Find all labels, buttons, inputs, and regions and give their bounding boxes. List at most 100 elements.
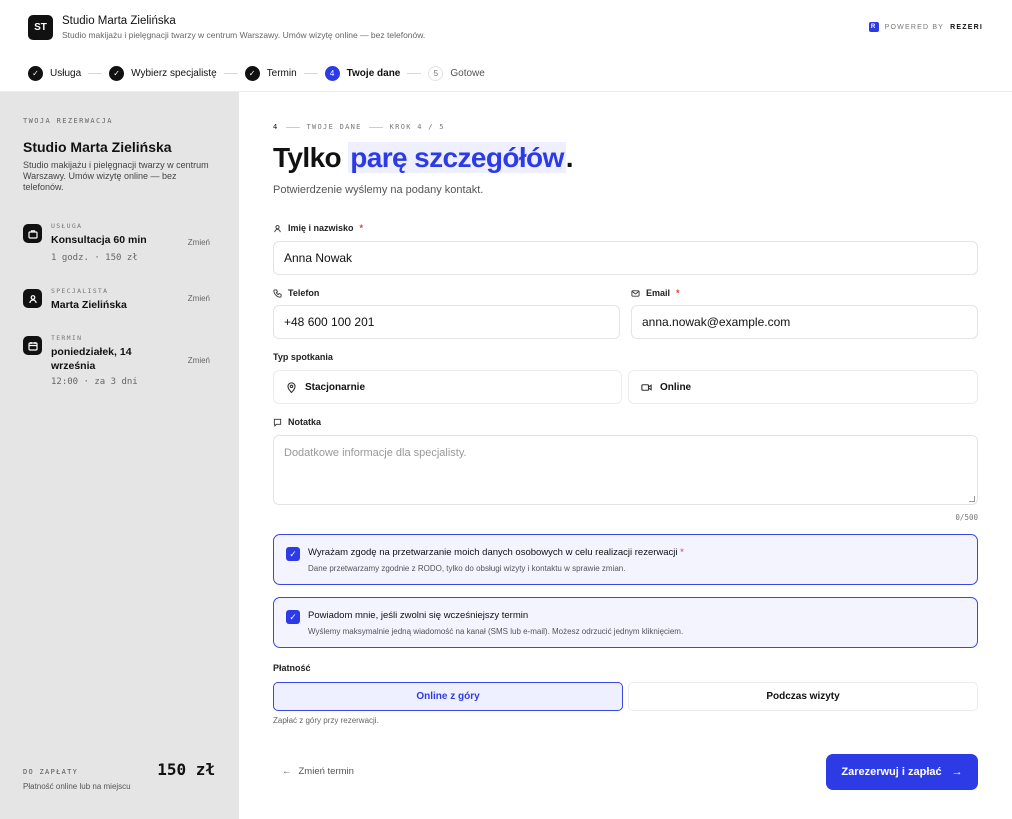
stepper: ✓ Usługa ✓ Wybierz specjalistę ✓ Termin …: [28, 64, 485, 82]
title-highlight: parę szczegółów: [348, 142, 566, 173]
consent-title-text: Wyrażam zgodę na przetwarzanie moich dan…: [308, 547, 678, 558]
check-icon: ✓: [244, 65, 260, 81]
required-marker: *: [680, 547, 684, 558]
check-icon: ✓: [28, 65, 43, 81]
summary-value: Marta Zielińska: [51, 299, 127, 311]
phone-label: Telefon: [273, 288, 319, 298]
step-number: 5: [428, 65, 444, 81]
header: ST Studio Marta Zielińska Studio makijaż…: [0, 0, 1012, 56]
summary-label: TERMIN: [51, 334, 83, 342]
summary-label: USŁUGA: [51, 222, 83, 230]
step-term[interactable]: ✓ Termin: [244, 65, 297, 81]
studio-name: Studio Marta Zielińska: [62, 15, 176, 27]
note-label: Notatka: [273, 417, 321, 427]
step-separator: [88, 72, 103, 74]
step-separator: [407, 72, 422, 74]
studio-logo: ST: [28, 15, 53, 40]
user-icon: [274, 224, 281, 232]
step-label: Wybierz specjalistę: [131, 67, 217, 79]
calendar-icon: [23, 336, 42, 355]
payment-due-sub: Płatność online lub na miejscu: [23, 782, 131, 791]
page-title: Tylko parę szczegółów.: [273, 142, 574, 174]
payment-option-onsite[interactable]: Podczas wizyty: [628, 682, 978, 711]
phone-icon: [273, 288, 282, 298]
crumb-title: TWOJE DANE: [306, 123, 362, 131]
powered-prefix: POWERED BY: [884, 23, 945, 31]
payment-due-label: DO ZAPŁATY: [23, 768, 79, 776]
required-marker: *: [359, 223, 364, 233]
location-pin-icon: [287, 381, 296, 393]
video-icon: [641, 383, 652, 391]
studio-description: Studio makijażu i pielęgnacji twarzy w c…: [62, 30, 426, 40]
email-label: Email *: [631, 288, 680, 298]
reservation-sidebar: TWOJA REZERWACJA Studio Marta Zielińska …: [0, 92, 239, 819]
sidebar-description: Studio makijażu i pielęgnacji twarzy w c…: [23, 160, 209, 192]
powered-by[interactable]: R POWERED BY REZERI: [868, 22, 983, 32]
title-plain: Tylko: [273, 142, 349, 173]
payment-note: Zapłać z góry przy rezerwacji.: [273, 716, 379, 725]
meeting-option-label: Online: [660, 381, 692, 393]
consent-sub: Dane przetwarzamy zgodnie z RODO, tylko …: [308, 564, 626, 573]
payment-label: Płatność: [273, 663, 311, 673]
note-textarea[interactable]: Dodatkowe informacje dla specjalisty.: [273, 435, 978, 505]
mail-icon: [631, 289, 640, 297]
note-label-text: Notatka: [288, 417, 322, 427]
meeting-type-label: Typ spotkania: [273, 352, 333, 362]
step-service[interactable]: ✓ Usługa: [28, 65, 81, 81]
summary-sub: 1 godz. · 150 zł: [51, 253, 138, 263]
payment-amount: 150 zł: [157, 760, 215, 779]
summary-value: poniedziałek, 14 września: [51, 346, 132, 372]
meeting-option-online[interactable]: Online: [628, 370, 978, 404]
phone-field[interactable]: +48 600 100 201: [273, 305, 620, 339]
consent-notify[interactable]: ✓ Powiadom mnie, jeśli zwolni się wcześn…: [273, 597, 978, 648]
submit-label: Zarezerwuj i zapłać: [841, 766, 942, 778]
note-placeholder: Dodatkowe informacje dla specjalisty.: [284, 447, 467, 459]
step-label: Termin: [266, 67, 297, 79]
crumb-step: KROK 4 / 5: [389, 123, 445, 131]
submit-button[interactable]: Zarezerwuj i zapłać →: [826, 754, 978, 790]
title-end: .: [565, 142, 574, 173]
summary-value: Konsultacja 60 min: [51, 234, 147, 246]
step-your-data: 4 Twoje dane: [324, 65, 400, 81]
payment-option-online[interactable]: Online z góry: [273, 682, 623, 711]
name-label: Imię i nazwisko *: [273, 223, 363, 233]
checkbox-checked-icon[interactable]: ✓: [286, 547, 300, 561]
consent-gdpr[interactable]: ✓ Wyrażam zgodę na przetwarzanie moich d…: [273, 534, 978, 585]
step-label: Gotowe: [450, 67, 485, 79]
change-specialist-link[interactable]: Zmień: [188, 294, 210, 303]
crumb-line: [368, 126, 383, 128]
change-term-link[interactable]: Zmień: [188, 356, 210, 365]
sidebar-kicker: TWOJA REZERWACJA: [23, 117, 113, 125]
arrow-right-icon: →: [951, 766, 963, 778]
step-separator: [303, 72, 318, 74]
arrow-left-icon: ←: [282, 766, 292, 777]
checkbox-checked-icon[interactable]: ✓: [286, 610, 300, 624]
email-label-text: Email: [646, 288, 671, 298]
briefcase-icon: [23, 224, 42, 243]
consent-sub: Wyślemy maksymalnie jedną wiadomość na k…: [308, 627, 684, 636]
required-marker: *: [676, 288, 680, 298]
summary-term: TERMIN poniedziałek, 14 września 12:00 ·…: [23, 334, 213, 390]
page-subtitle: Potwierdzenie wyślemy na podany kontakt.: [273, 184, 484, 196]
name-field[interactable]: Anna Nowak: [273, 241, 978, 275]
step-separator: [223, 72, 238, 74]
rezeri-logo-icon: R: [868, 22, 879, 32]
consent-title: Wyrażam zgodę na przetwarzanie moich dan…: [308, 547, 684, 558]
summary-sub: 12:00 · za 3 dni: [51, 377, 138, 387]
change-service-link[interactable]: Zmień: [188, 238, 210, 247]
note-counter: 0/500: [955, 513, 978, 522]
phone-label-text: Telefon: [288, 288, 320, 298]
back-label: Zmień termin: [298, 766, 354, 777]
summary-specialist: SPECJALISTA Marta Zielińska Zmień: [23, 287, 213, 317]
name-label-text: Imię i nazwisko: [288, 223, 354, 233]
meeting-option-onsite[interactable]: Stacjonarnie: [273, 370, 622, 404]
email-field[interactable]: anna.nowak@example.com: [631, 305, 978, 339]
resize-handle-icon[interactable]: [969, 496, 975, 502]
back-button[interactable]: ← Zmień termin: [282, 766, 354, 777]
sidebar-title: Studio Marta Zielińska: [23, 139, 172, 155]
summary-label: SPECJALISTA: [51, 287, 109, 295]
summary-service: USŁUGA Konsultacja 60 min 1 godz. · 150 …: [23, 222, 213, 266]
consent-title: Powiadom mnie, jeśli zwolni się wcześnie…: [308, 610, 529, 621]
step-done: 5 Gotowe: [428, 65, 485, 81]
step-specialist[interactable]: ✓ Wybierz specjalistę: [109, 65, 217, 81]
